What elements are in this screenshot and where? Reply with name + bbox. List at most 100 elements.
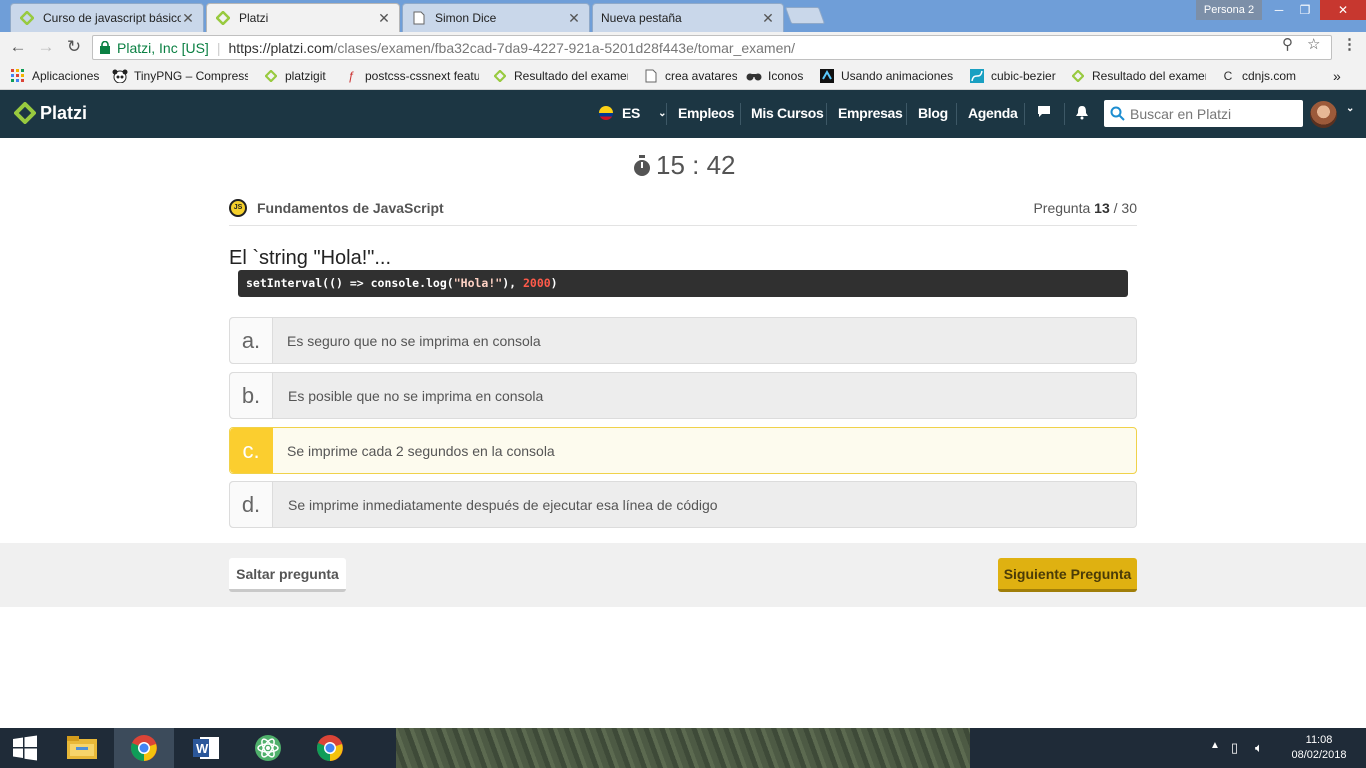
answer-option-c[interactable]: c. Se imprime cada 2 segundos en la cons… <box>229 427 1137 474</box>
taskbar-clock[interactable]: 11:08 08/02/2018 <box>1284 733 1354 763</box>
atom-icon[interactable] <box>238 728 298 768</box>
platzi-logo[interactable]: Platzi <box>14 102 87 124</box>
bookmark-tinypng[interactable]: TinyPNG – Compress <box>112 68 248 84</box>
bookmarks-bar: Aplicaciones TinyPNG – Compress platzigi… <box>0 62 1366 90</box>
answer-text: Se imprime inmediatamente después de eje… <box>288 496 718 513</box>
bookmark-label: TinyPNG – Compress <box>134 69 248 83</box>
new-tab-button[interactable] <box>784 7 826 24</box>
bookmark-resultado-examen-1[interactable]: Resultado del examen <box>492 68 628 84</box>
page-icon <box>411 10 427 26</box>
close-icon[interactable]: ✕ <box>377 10 391 27</box>
file-explorer-icon[interactable] <box>52 728 112 768</box>
close-icon[interactable]: ✕ <box>567 10 581 27</box>
zoom-search-icon[interactable]: ⚲ <box>1282 35 1293 53</box>
clock-time: 11:08 <box>1305 734 1333 746</box>
exam-footer <box>0 543 1366 607</box>
desktop-wallpaper-strip <box>396 728 970 768</box>
bookmark-resultado-examen-2[interactable]: Resultado del examen <box>1070 68 1206 84</box>
skip-question-button[interactable]: Saltar pregunta <box>229 558 346 592</box>
tab-nueva-pestana[interactable]: Nueva pestaña ✕ <box>592 3 784 32</box>
answer-letter: b. <box>230 373 273 418</box>
answer-option-d[interactable]: d. Se imprime inmediatamente después de … <box>229 481 1137 528</box>
curve-icon <box>969 68 985 84</box>
chrome-icon[interactable] <box>300 728 360 768</box>
tab-label: Nueva pestaña <box>601 11 682 25</box>
back-icon[interactable]: ← <box>8 37 28 57</box>
close-icon[interactable]: ✕ <box>761 10 775 27</box>
nav-divider <box>740 103 741 125</box>
platzi-icon <box>215 10 231 26</box>
bookmark-star-icon[interactable]: ☆ <box>1307 35 1320 53</box>
apps-grid-icon <box>10 68 26 84</box>
code-middle: ), <box>502 276 523 290</box>
url-path: /clases/examen/fba32cad-7da9-4227-921a-5… <box>333 39 796 56</box>
chrome-icon[interactable] <box>114 728 174 768</box>
code-suffix: ) <box>550 276 558 290</box>
bookmark-usando-animaciones[interactable]: Usando animaciones <box>819 68 955 84</box>
bookmark-label: cubic-bezier <box>991 69 1056 83</box>
nav-divider <box>956 103 957 125</box>
language-selector[interactable]: ES ⌄ <box>599 105 666 121</box>
chat-bubble-icon[interactable] <box>1036 103 1052 122</box>
platzi-icon <box>263 68 279 84</box>
answer-letter: a. <box>230 318 273 363</box>
cdnjs-icon: C <box>1223 69 1233 83</box>
nav-blog[interactable]: Blog <box>918 105 948 121</box>
exam-header: JS Fundamentos de JavaScript Pregunta 13… <box>229 196 1137 226</box>
bookmark-label: postcss-cssnext featu <box>365 69 479 83</box>
tab-curso-javascript[interactable]: Curso de javascript básico ✕ <box>10 3 204 32</box>
platzi-icon <box>1070 68 1086 84</box>
answer-letter: d. <box>230 482 273 527</box>
bookmark-cubic-bezier[interactable]: cubic-bezier <box>969 68 1061 84</box>
bookmark-label: platzigit <box>285 69 326 83</box>
bookmark-label: Aplicaciones <box>32 69 100 83</box>
menu-dots-icon[interactable]: ⋮ <box>1342 35 1357 53</box>
close-icon[interactable]: ✕ <box>181 10 195 27</box>
question-counter: Pregunta 13 / 30 <box>1033 200 1137 216</box>
notifications-icon[interactable] <box>1075 104 1089 123</box>
word-icon[interactable]: W <box>176 728 236 768</box>
forward-icon[interactable]: → <box>36 37 56 57</box>
more-bookmarks-button[interactable]: » <box>1333 68 1341 84</box>
bookmark-aplicaciones[interactable]: Aplicaciones <box>10 68 106 84</box>
tab-platzi[interactable]: Platzi ✕ <box>206 3 400 32</box>
bookmark-cdnjs[interactable]: C cdnjs.com <box>1220 68 1300 84</box>
volume-icon[interactable]: 🔈︎ <box>1255 740 1263 756</box>
reload-icon[interactable]: ↻ <box>64 37 84 57</box>
address-divider: | <box>216 39 221 56</box>
nav-empleos[interactable]: Empleos <box>678 105 735 121</box>
maximize-icon[interactable]: ❐ <box>1290 0 1320 20</box>
binoculars-icon <box>746 68 762 84</box>
question-counter-label: Pregunta <box>1033 200 1091 216</box>
language-label: ES <box>622 105 641 121</box>
platzi-header: Platzi ES ⌄ Empleos Mis Cursos Empresas … <box>0 90 1366 138</box>
profile-button[interactable]: Persona 2 <box>1196 0 1262 20</box>
bookmark-label: Resultado del examen <box>514 69 628 83</box>
avatar[interactable] <box>1310 101 1337 128</box>
answer-option-a[interactable]: a. Es seguro que no se imprima en consol… <box>229 317 1137 364</box>
bookmark-iconos[interactable]: Iconos <box>746 68 810 84</box>
url-text: https://platzi.com/clases/examen/fba32ca… <box>228 40 795 56</box>
window-close-icon[interactable]: ✕ <box>1320 0 1366 20</box>
answer-option-b[interactable]: b. Es posible que no se imprima en conso… <box>229 372 1137 419</box>
nav-empresas[interactable]: Empresas <box>838 105 903 121</box>
tray-expand-icon[interactable]: ▲ <box>1210 740 1220 751</box>
next-question-button[interactable]: Siguiente Pregunta <box>998 558 1137 592</box>
answer-letter: c. <box>230 428 273 473</box>
code-prefix: setInterval(() => console.log( <box>246 276 454 290</box>
address-bar[interactable]: Platzi, Inc [US] | https://platzi.com/cl… <box>92 35 1332 60</box>
bookmark-label: Resultado del examen <box>1092 69 1206 83</box>
chevron-down-icon[interactable]: ⌄ <box>1346 103 1354 114</box>
bookmark-platzigit[interactable]: platzigit <box>263 68 333 84</box>
bookmark-crea-avatares[interactable]: crea avatares <box>643 68 737 84</box>
bookmark-postcss[interactable]: ƒ postcss-cssnext featu <box>343 68 479 84</box>
battery-icon[interactable]: ▯ <box>1231 740 1238 756</box>
windows-start-icon[interactable] <box>0 728 50 768</box>
platzi-search[interactable] <box>1104 100 1303 127</box>
nav-mis-cursos[interactable]: Mis Cursos <box>751 105 824 121</box>
tab-simon-dice[interactable]: Simon Dice ✕ <box>402 3 590 32</box>
code-snippet: setInterval(() => console.log("Hola!"), … <box>238 270 1128 297</box>
code-string: "Hola!" <box>453 276 503 290</box>
search-input[interactable] <box>1130 105 1300 122</box>
nav-agenda[interactable]: Agenda <box>968 105 1018 121</box>
